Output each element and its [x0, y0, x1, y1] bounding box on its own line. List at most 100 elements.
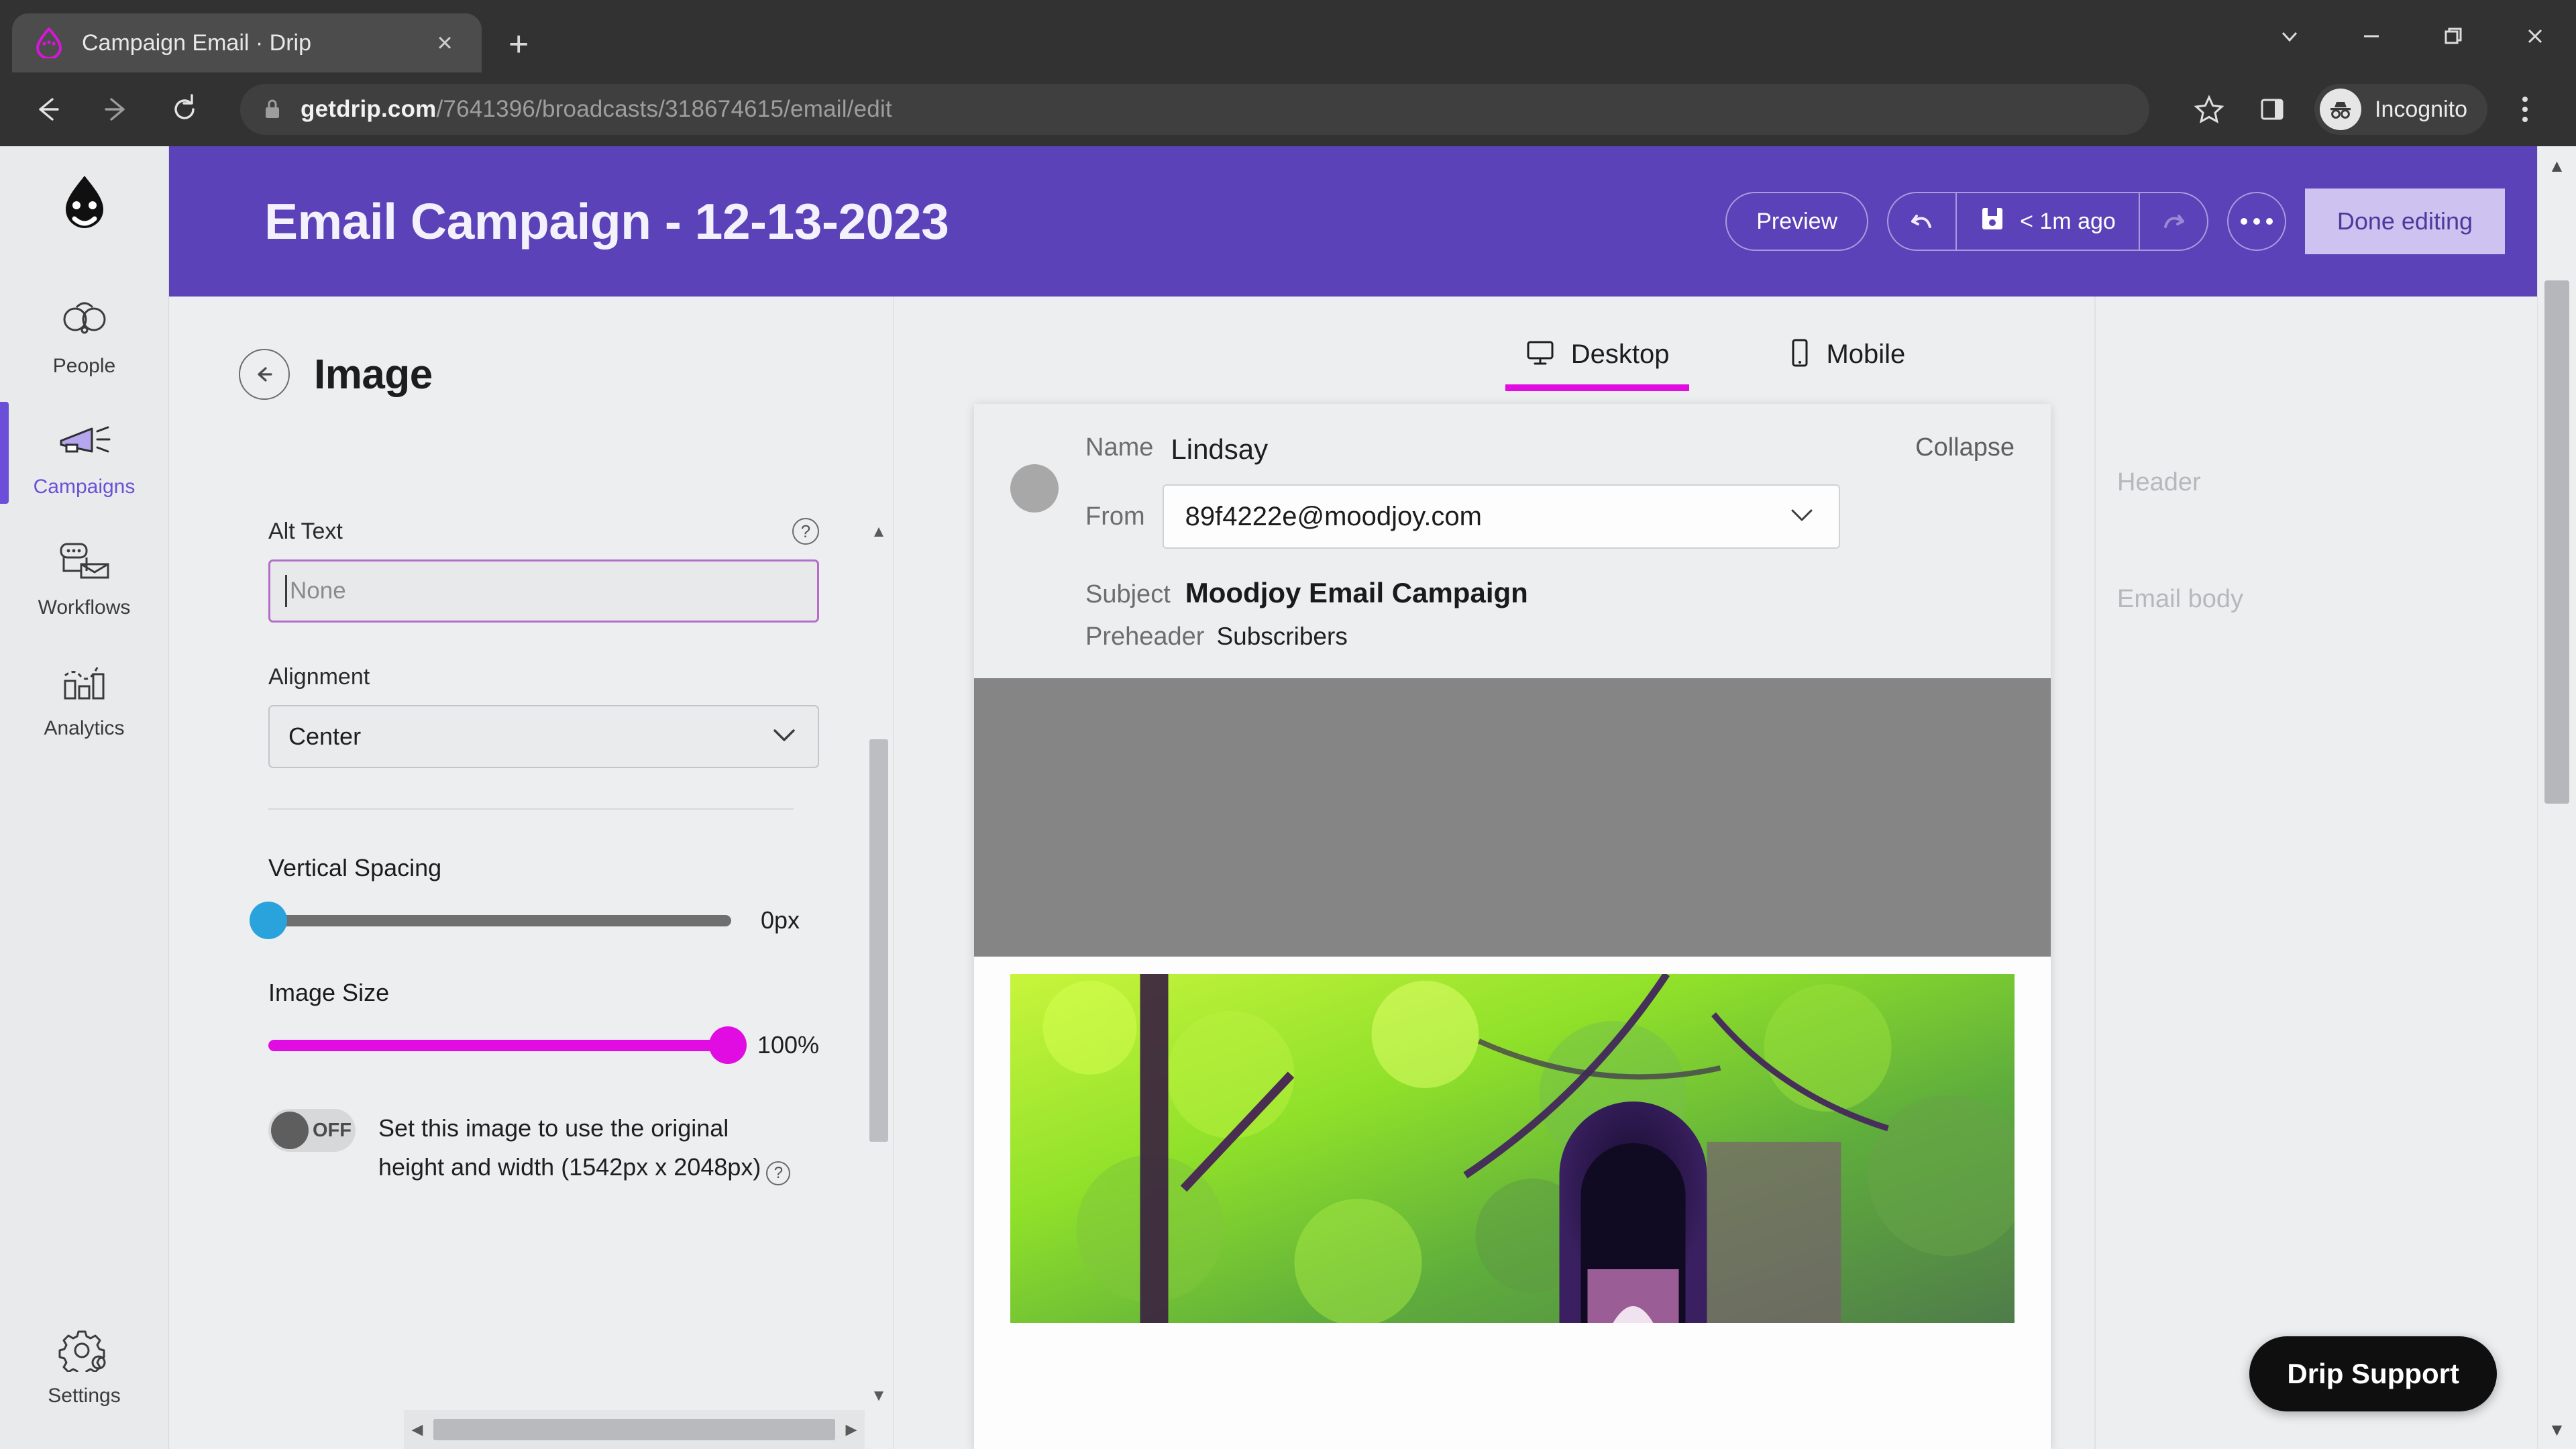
panel-divider: [268, 808, 794, 810]
campaign-header-bar: Email Campaign - 12-13-2023 Preview < 1m…: [169, 146, 2537, 297]
lock-icon: [263, 98, 283, 121]
preheader-label: Preheader: [1085, 623, 1205, 651]
back-arrow-icon[interactable]: [239, 349, 290, 400]
toggle-state-label: OFF: [313, 1119, 352, 1141]
drip-support-button[interactable]: Drip Support: [2249, 1336, 2497, 1411]
sidebar-item-label: Analytics: [44, 717, 125, 739]
browser-window: Campaign Email · Drip × + getdrip.com/76…: [0, 0, 2576, 1449]
help-icon[interactable]: ?: [766, 1161, 791, 1185]
alt-text-label-row: Alt Text ?: [268, 518, 819, 545]
image-size-field: Image Size 100%: [169, 979, 893, 1064]
scroll-down-arrow-icon[interactable]: ▼: [2538, 1410, 2576, 1449]
panel-horizontal-scrollbar[interactable]: ◀ ▶: [404, 1410, 865, 1449]
scroll-down-arrow-icon[interactable]: ▼: [865, 1382, 893, 1410]
save-control-group: < 1m ago: [1887, 192, 2208, 251]
done-editing-button[interactable]: Done editing: [2304, 189, 2505, 254]
redo-arrow-icon[interactable]: [2140, 193, 2207, 250]
vertical-spacing-field: Vertical Spacing 0px: [169, 854, 893, 939]
preheader-value[interactable]: Subscribers: [1216, 623, 1347, 651]
collapse-button[interactable]: Collapse: [1915, 433, 2015, 462]
reload-icon[interactable]: [162, 87, 207, 131]
sidebar-item-settings[interactable]: Settings: [0, 1301, 169, 1422]
page-viewport: People Campaigns Workflows Analytics Set…: [0, 146, 2576, 1449]
forward-icon[interactable]: [94, 87, 138, 131]
sidebar-item-campaigns[interactable]: Campaigns: [0, 392, 169, 513]
bar-chart-icon: [58, 657, 111, 706]
avatar: [1010, 464, 1059, 513]
restore-icon[interactable]: [2412, 0, 2494, 72]
minimize-icon[interactable]: [2330, 0, 2412, 72]
url-text: getdrip.com/7641396/broadcasts/318674615…: [301, 96, 892, 123]
original-size-description: Set this image to use the original heigh…: [378, 1109, 791, 1186]
original-size-line1: Set this image to use the original: [378, 1114, 729, 1142]
tab-label: Mobile: [1826, 339, 1906, 369]
preview-button[interactable]: Preview: [1725, 192, 1869, 251]
region-divider: [2094, 297, 2096, 1449]
help-icon[interactable]: ?: [792, 518, 819, 545]
chevron-down-icon: [1789, 507, 1815, 527]
sidebar-item-label: Campaigns: [33, 476, 136, 498]
panel-vertical-scrollbar[interactable]: ▲ ▼: [865, 518, 893, 1410]
slider-knob[interactable]: [250, 902, 287, 939]
sidebar-item-people[interactable]: People: [0, 272, 169, 392]
alt-text-field: Alt Text ? None: [169, 518, 893, 623]
browser-tab[interactable]: Campaign Email · Drip ×: [12, 13, 482, 72]
url-path: /7641396/broadcasts/318674615/email/edit: [436, 96, 892, 122]
panel-title: Image: [314, 351, 433, 398]
close-window-icon[interactable]: [2494, 0, 2576, 72]
url-domain: getdrip.com: [301, 96, 437, 122]
scroll-up-arrow-icon[interactable]: ▲: [2538, 146, 2576, 185]
image-size-slider[interactable]: [268, 1026, 747, 1064]
tab-title: Campaign Email · Drip: [82, 30, 311, 56]
alt-text-input[interactable]: None: [268, 559, 819, 623]
star-icon[interactable]: [2180, 84, 2238, 135]
undo-arrow-icon[interactable]: [1888, 193, 1955, 250]
scroll-up-arrow-icon[interactable]: ▲: [865, 518, 893, 546]
email-region-labels: Header Email body: [2094, 297, 2376, 1449]
scroll-left-arrow-icon[interactable]: ◀: [404, 1421, 431, 1438]
email-header-block[interactable]: [974, 678, 2051, 957]
text-cursor: [285, 575, 287, 607]
email-meta-fields: Name Lindsay Collapse From 89f4222e@mood…: [1085, 433, 2015, 651]
back-icon[interactable]: [25, 87, 70, 131]
subject-value[interactable]: Moodjoy Email Campaign: [1185, 577, 1528, 609]
name-label: Name: [1085, 433, 1154, 462]
kebab-menu-icon[interactable]: [2500, 84, 2551, 135]
scrollbar-thumb[interactable]: [2544, 280, 2569, 804]
new-tab-button[interactable]: +: [508, 27, 529, 62]
from-row: From 89f4222e@moodjoy.com: [1085, 484, 2015, 549]
sidebar-item-label: Workflows: [38, 596, 131, 619]
drip-face-logo[interactable]: [50, 172, 119, 245]
address-bar[interactable]: getdrip.com/7641396/broadcasts/318674615…: [240, 84, 2149, 135]
tab-desktop[interactable]: Desktop: [1505, 330, 1690, 391]
email-image-block[interactable]: [1010, 974, 2015, 1323]
scrollbar-thumb[interactable]: [433, 1419, 835, 1440]
sidebar-item-workflows[interactable]: Workflows: [0, 513, 169, 634]
from-select[interactable]: 89f4222e@moodjoy.com: [1162, 484, 1840, 549]
tab-mobile[interactable]: Mobile: [1770, 330, 1925, 391]
page-vertical-scrollbar[interactable]: ▲ ▼: [2537, 146, 2576, 1449]
phone-icon: [1790, 338, 1810, 371]
monitor-icon: [1525, 339, 1555, 370]
subject-row: Subject Moodjoy Email Campaign: [1085, 577, 2015, 609]
original-size-toggle[interactable]: OFF: [268, 1109, 356, 1152]
alt-text-label: Alt Text: [268, 518, 343, 544]
sidebar-item-label: Settings: [48, 1385, 121, 1407]
from-value: 89f4222e@moodjoy.com: [1185, 501, 1482, 531]
save-status-button[interactable]: < 1m ago: [1955, 193, 2140, 250]
name-value[interactable]: Lindsay: [1171, 433, 1268, 466]
vertical-spacing-slider[interactable]: [250, 902, 731, 939]
scroll-right-arrow-icon[interactable]: ▶: [838, 1421, 865, 1438]
region-label-email-body: Email body: [2117, 585, 2243, 613]
sidebar-item-analytics[interactable]: Analytics: [0, 634, 169, 755]
alignment-select[interactable]: Center: [268, 705, 819, 768]
slider-knob[interactable]: [708, 1026, 747, 1064]
side-panel-icon[interactable]: [2243, 84, 2301, 135]
scrollbar-thumb[interactable]: [869, 739, 888, 1142]
profile-chip[interactable]: Incognito: [2314, 84, 2487, 135]
alignment-field: Alignment Center: [169, 664, 893, 768]
tab-search-chevron-icon[interactable]: [2249, 0, 2330, 72]
close-icon[interactable]: ×: [429, 30, 460, 56]
more-options-button[interactable]: [2226, 192, 2286, 251]
incognito-icon: [2320, 89, 2361, 130]
